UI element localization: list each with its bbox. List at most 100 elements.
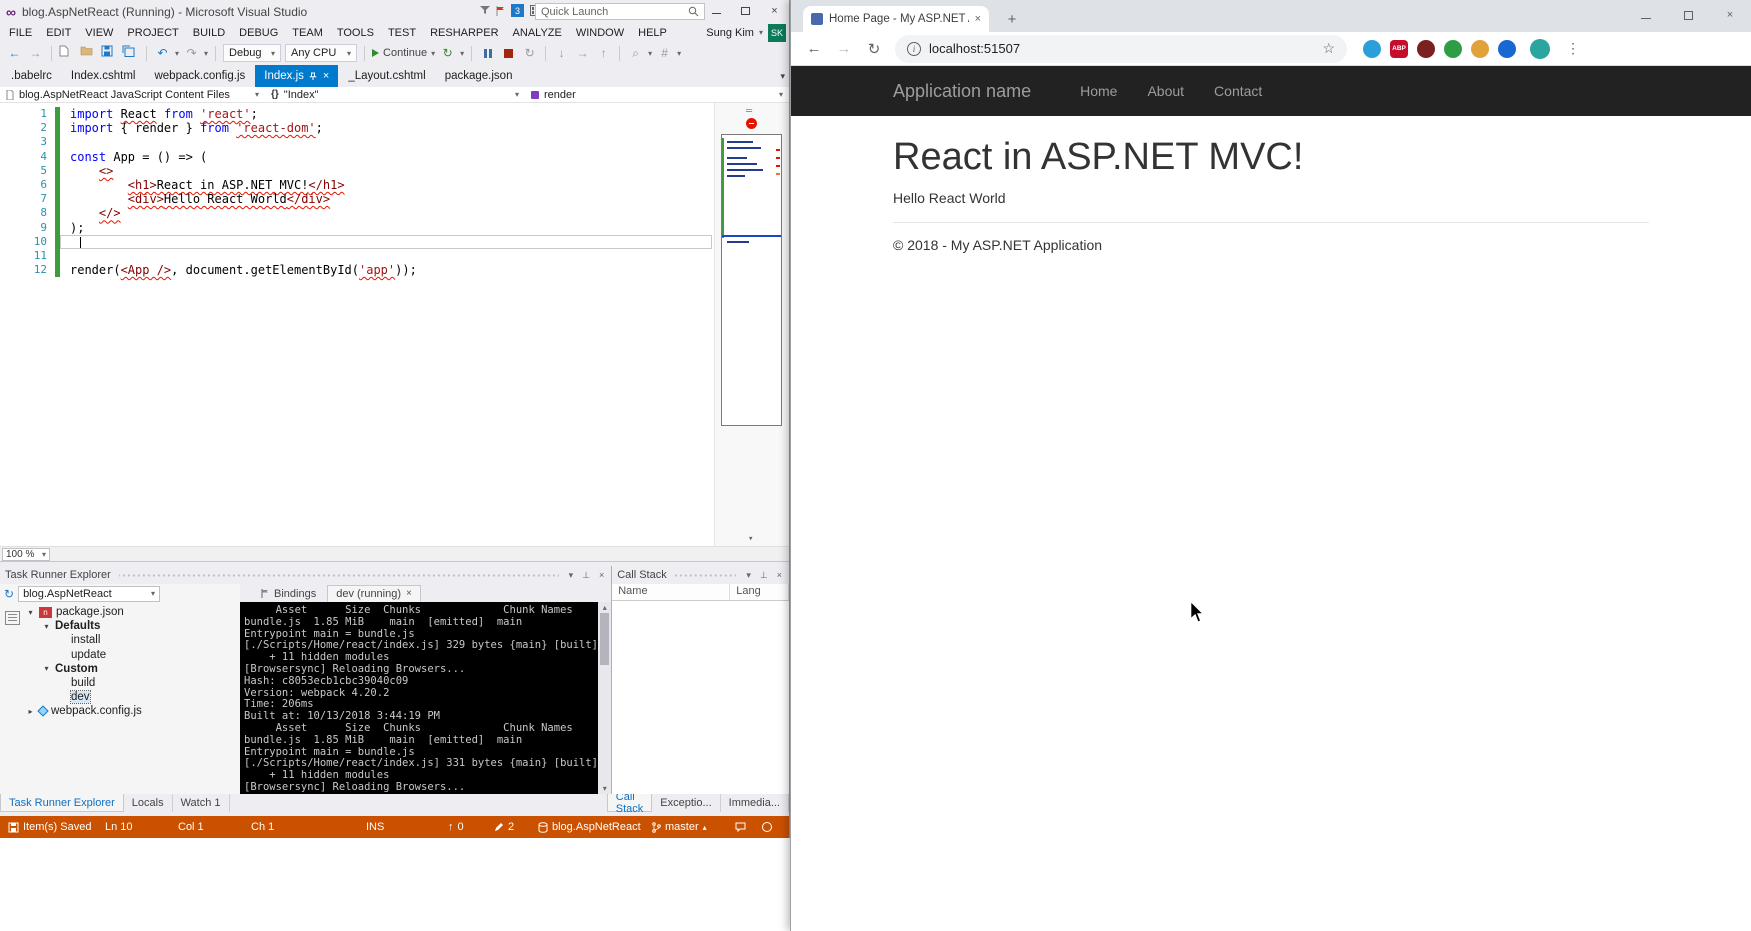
tool-dropdown-icon[interactable]: ▾	[677, 49, 681, 58]
tree-item-install[interactable]: install	[24, 633, 240, 647]
minimize-button[interactable]	[702, 0, 731, 21]
navigate-back-icon[interactable]: ←	[6, 45, 23, 62]
minimize-button[interactable]	[1625, 0, 1667, 30]
scroll-down-icon[interactable]: ▾	[748, 534, 753, 544]
breadcrumb-project-dropdown[interactable]: blog.AspNetReact JavaScript Content File…	[0, 87, 265, 102]
tree-item-package-json[interactable]: ▾npackage.json	[24, 605, 240, 619]
vs-title-bar[interactable]: ∞ blog.AspNetReact (Running) - Microsoft…	[0, 0, 789, 23]
menu-item-window[interactable]: WINDOW	[569, 27, 631, 39]
project-dropdown[interactable]: blog.AspNetReact ▾	[18, 586, 160, 602]
code-editor[interactable]: 1import React from 'react';2import { ren…	[0, 103, 789, 546]
tree-arrow-icon[interactable]: ▸	[26, 707, 35, 716]
tree-item-custom[interactable]: ▾Custom	[24, 662, 240, 676]
quick-launch-input[interactable]: Quick Launch	[535, 3, 705, 20]
panel-tab-watch-1[interactable]: Watch 1	[173, 794, 230, 812]
address-bar[interactable]: i localhost:51507 ☆	[895, 35, 1347, 63]
filter-icon[interactable]	[480, 6, 490, 15]
tree-arrow-icon[interactable]: ▾	[42, 622, 51, 631]
step-into-icon[interactable]: ↓	[553, 45, 570, 62]
panel-tab-task-runner-explorer[interactable]: Task Runner Explorer	[0, 794, 124, 812]
notification-circle-icon[interactable]	[762, 816, 772, 838]
close-console-tab-icon[interactable]: ×	[406, 588, 412, 599]
feedback-icon[interactable]	[735, 816, 746, 838]
redo-icon[interactable]: ↷	[183, 45, 200, 62]
panel-tab-locals[interactable]: Locals	[124, 794, 173, 812]
menu-item-analyze[interactable]: ANALYZE	[506, 27, 569, 39]
maximize-button[interactable]	[731, 0, 760, 21]
menu-item-build[interactable]: BUILD	[186, 27, 232, 39]
refresh-dropdown-icon[interactable]: ▾	[460, 49, 464, 58]
undo-icon[interactable]: ↶	[154, 45, 171, 62]
back-button[interactable]: ←	[801, 36, 827, 62]
tree-item-defaults[interactable]: ▾Defaults	[24, 619, 240, 633]
user-account-area[interactable]: Sung Kim ▾ SK	[706, 23, 786, 42]
new-file-icon[interactable]	[59, 45, 76, 62]
open-folder-icon[interactable]	[80, 45, 97, 62]
new-tab-button[interactable]: +	[1001, 8, 1023, 30]
commits-ahead[interactable]: ↑ 0	[448, 816, 464, 838]
pin-panel-icon[interactable]: ⊥	[758, 570, 770, 581]
menu-item-debug[interactable]: DEBUG	[232, 27, 285, 39]
console-scrollbar[interactable]: ▴ ▾	[598, 602, 611, 794]
tree-item-build[interactable]: build	[24, 676, 240, 690]
browser-tab[interactable]: Home Page - My ASP.NET Applic ×	[803, 6, 989, 32]
extension-dark-red-icon[interactable]	[1417, 40, 1435, 58]
editor-scrollbar[interactable]: ═ ▾	[714, 103, 789, 546]
reload-button[interactable]: ↻	[861, 36, 887, 62]
wrench-icon[interactable]: #	[656, 45, 673, 62]
zoom-dropdown[interactable]: 100 % ▾	[2, 548, 50, 561]
report-list-icon[interactable]	[5, 611, 20, 625]
pending-edits[interactable]: 2	[494, 816, 514, 838]
extension-blue-icon[interactable]	[1363, 40, 1381, 58]
console-tab-bindings[interactable]: Bindings	[252, 585, 325, 602]
continue-button[interactable]: Continue ▾	[372, 47, 435, 59]
stop-debugging-icon[interactable]	[500, 45, 517, 62]
nav-link-about[interactable]: About	[1132, 83, 1199, 99]
forward-button[interactable]: →	[831, 36, 857, 62]
bookmark-star-icon[interactable]: ☆	[1322, 40, 1335, 57]
tree-arrow-icon[interactable]: ▾	[26, 608, 35, 617]
menu-item-project[interactable]: PROJECT	[120, 27, 185, 39]
extension-green-icon[interactable]	[1444, 40, 1462, 58]
close-button[interactable]: ×	[760, 0, 789, 21]
page-info-icon[interactable]: i	[907, 42, 921, 56]
adblock-plus-icon[interactable]: ABP	[1390, 40, 1408, 58]
code-line[interactable]: 2import { render } from 'react-dom';	[0, 121, 714, 135]
scroll-down-icon[interactable]: ▾	[598, 784, 611, 793]
console-tab-dev-running[interactable]: dev (running)×	[327, 585, 421, 602]
panel-tab-immedia[interactable]: Immedia...	[721, 794, 789, 812]
close-panel-icon[interactable]: ×	[597, 570, 606, 580]
chrome-tab-strip[interactable]: Home Page - My ASP.NET Applic × + ×	[791, 0, 1751, 32]
repo-selector[interactable]: blog.AspNetReact	[538, 816, 641, 838]
window-position-icon[interactable]: ▾	[567, 570, 576, 581]
window-position-icon[interactable]: ▾	[744, 570, 753, 581]
close-panel-icon[interactable]: ×	[775, 570, 784, 580]
menu-item-edit[interactable]: EDIT	[39, 27, 78, 39]
close-tab-icon[interactable]: ×	[975, 13, 981, 25]
solution-platform-dropdown[interactable]: Any CPU▾	[285, 44, 357, 62]
extension-indigo-icon[interactable]	[1498, 40, 1516, 58]
drag-handle[interactable]	[119, 573, 559, 578]
menu-item-help[interactable]: HELP	[631, 27, 674, 39]
save-icon[interactable]	[101, 45, 118, 62]
site-brand[interactable]: Application name	[893, 81, 1031, 102]
tree-item-webpack-config-js[interactable]: ▸webpack.config.js	[24, 704, 240, 718]
restart-icon[interactable]: ↻	[521, 45, 538, 62]
drag-handle[interactable]	[675, 573, 737, 578]
nav-link-home[interactable]: Home	[1065, 83, 1132, 99]
maximize-button[interactable]	[1667, 0, 1709, 30]
document-tab-webpack-config-js[interactable]: webpack.config.js	[145, 65, 254, 87]
code-line[interactable]: 3	[0, 135, 714, 149]
menu-item-tools[interactable]: TOOLS	[330, 27, 381, 39]
nav-link-contact[interactable]: Contact	[1199, 83, 1277, 99]
menu-item-file[interactable]: FILE	[2, 27, 39, 39]
tab-overflow-icon[interactable]: ▾	[780, 71, 785, 82]
find-dropdown-icon[interactable]: ▾	[648, 49, 652, 58]
code-line[interactable]: 12render(<App />, document.getElementByI…	[0, 263, 714, 277]
refresh-tasks-icon[interactable]: ↻	[4, 587, 14, 601]
scroll-up-icon[interactable]: ▴	[598, 603, 611, 612]
redo-dropdown-icon[interactable]: ▾	[204, 49, 208, 58]
code-line[interactable]: 5 <>	[0, 164, 714, 178]
menu-item-test[interactable]: TEST	[381, 27, 423, 39]
undo-dropdown-icon[interactable]: ▾	[175, 49, 179, 58]
